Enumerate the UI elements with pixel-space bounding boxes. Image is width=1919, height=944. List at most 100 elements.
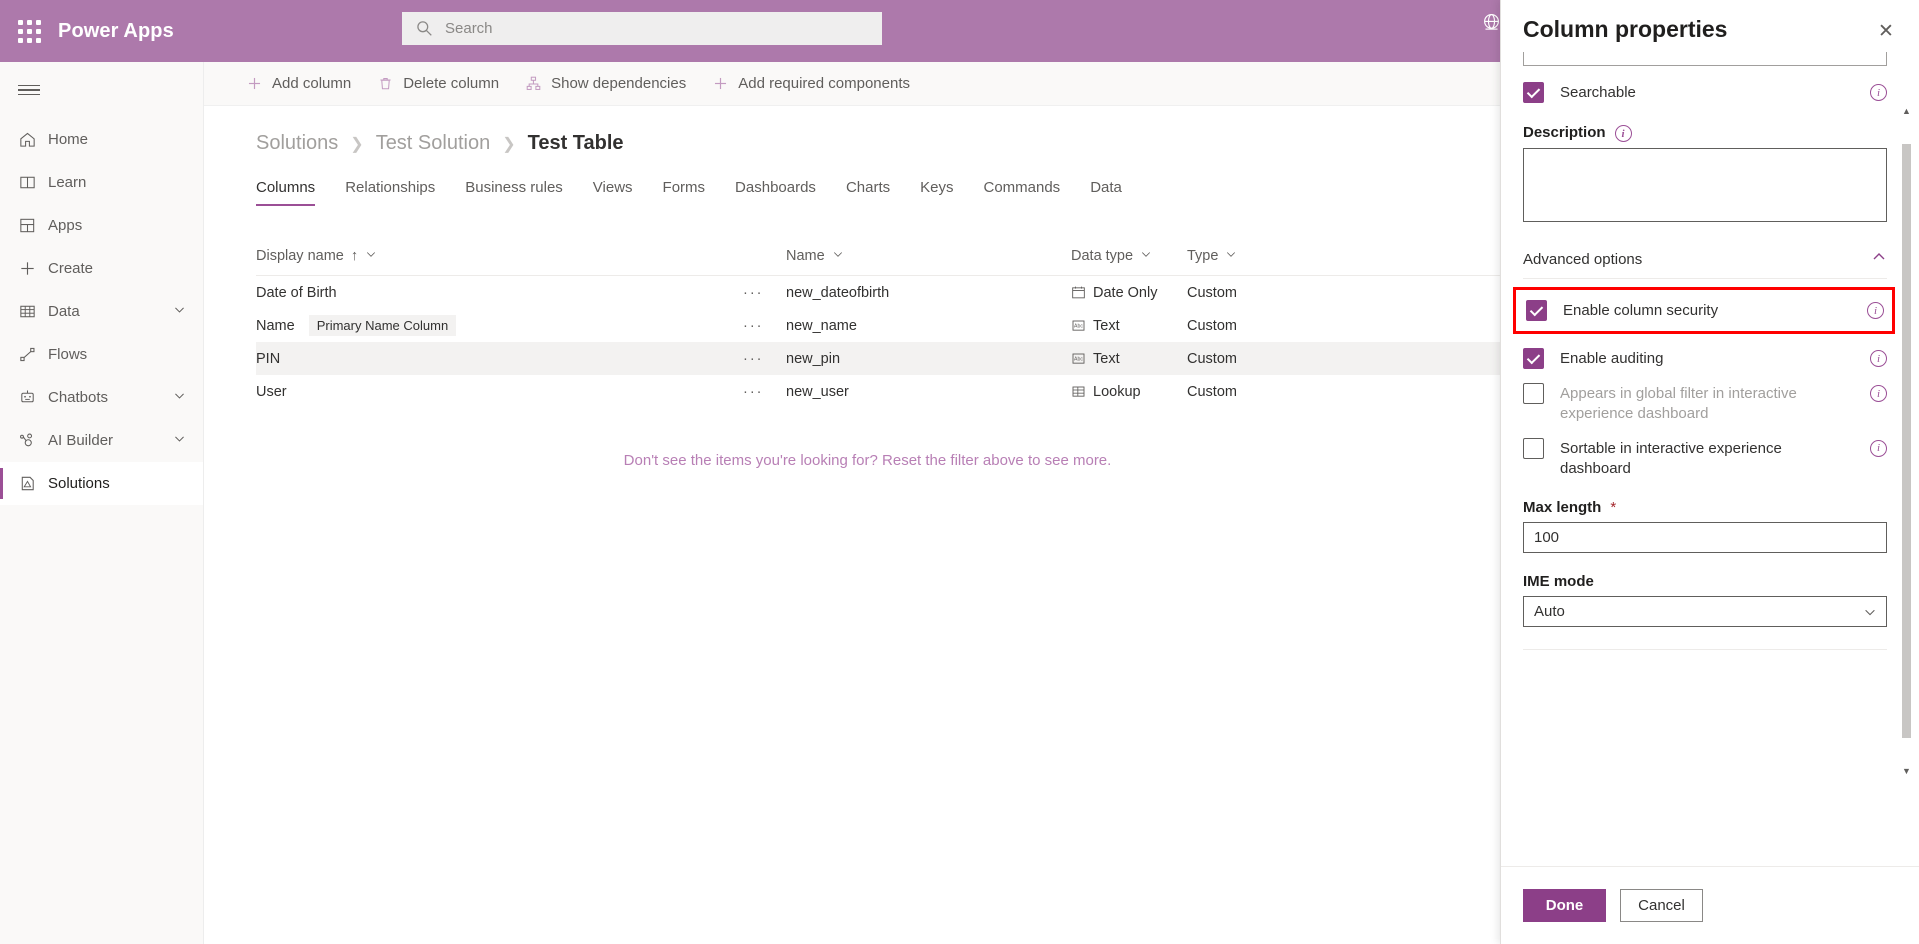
command-label: Add required components	[738, 75, 910, 92]
column-header-display-name[interactable]: Display name ↑	[256, 248, 743, 264]
search-input[interactable]	[445, 20, 868, 37]
sidebar-item-ai-builder[interactable]: AI Builder	[0, 419, 203, 462]
chevron-down-icon[interactable]	[832, 248, 844, 264]
info-icon[interactable]: i	[1615, 125, 1632, 142]
searchable-checkbox[interactable]	[1523, 82, 1544, 103]
row-overflow-button[interactable]: ···	[743, 384, 786, 400]
abc-icon: Abc	[1071, 318, 1086, 333]
info-icon[interactable]: i	[1870, 440, 1887, 457]
ime-mode-label-row: IME mode	[1523, 573, 1887, 590]
command-label: Delete column	[403, 75, 499, 92]
enable-auditing-row: Enable auditing i	[1523, 348, 1887, 369]
global-search[interactable]	[402, 12, 882, 45]
trash-icon	[377, 75, 394, 92]
cancel-button[interactable]: Cancel	[1620, 889, 1703, 922]
power-apps-window: Power Apps Environ Produ	[0, 0, 1919, 944]
tab-relationships[interactable]: Relationships	[330, 175, 450, 206]
svg-text:Abc: Abc	[1074, 357, 1083, 363]
chevron-down-icon[interactable]	[173, 303, 186, 320]
cell-data-type: Date Only	[1071, 285, 1187, 301]
plus-icon	[712, 75, 729, 92]
column-header-data-type[interactable]: Data type	[1071, 248, 1187, 264]
max-length-input[interactable]	[1523, 522, 1887, 553]
chatbot-icon	[18, 388, 48, 407]
breadcrumb-item-test-solution[interactable]: Test Solution	[376, 132, 491, 155]
plus-icon	[246, 75, 263, 92]
chevron-down-icon[interactable]	[1140, 248, 1152, 264]
search-icon	[416, 20, 433, 37]
enable-auditing-label: Enable auditing	[1560, 348, 1854, 369]
sortable-dashboard-checkbox[interactable]	[1523, 438, 1544, 459]
waffle-icon	[18, 20, 41, 43]
chevron-down-icon[interactable]	[173, 389, 186, 406]
breadcrumb-item-solutions[interactable]: Solutions	[256, 132, 338, 155]
sortable-dashboard-label: Sortable in interactive experience dashb…	[1560, 438, 1854, 479]
sidebar-item-learn[interactable]: Learn	[0, 161, 203, 204]
panel-body: Searchable i Description i Advanced opti…	[1501, 46, 1919, 866]
ime-mode-label: IME mode	[1523, 573, 1594, 590]
nav-collapse-button[interactable]	[0, 62, 203, 118]
abc-icon: Abc	[1071, 351, 1086, 366]
tab-forms[interactable]: Forms	[648, 175, 721, 206]
add-required-components-button[interactable]: Add required components	[702, 66, 920, 102]
tab-keys[interactable]: Keys	[905, 175, 968, 206]
column-header-name[interactable]: Name	[786, 248, 1071, 264]
sidebar-item-label: AI Builder	[48, 432, 113, 449]
info-icon[interactable]: i	[1870, 84, 1887, 101]
description-textarea[interactable]	[1523, 148, 1887, 222]
close-icon[interactable]: ✕	[1871, 16, 1901, 46]
sidebar-item-flows[interactable]: Flows	[0, 333, 203, 376]
column-properties-panel: Column properties ✕ Searchable i Descrip…	[1500, 0, 1919, 944]
breadcrumb-separator: ❯	[502, 134, 515, 154]
sidebar-item-create[interactable]: Create	[0, 247, 203, 290]
scroll-up-icon[interactable]: ▲	[1900, 104, 1913, 118]
row-overflow-button[interactable]: ···	[743, 285, 786, 301]
sidebar-item-label: Apps	[48, 217, 82, 234]
lookup-icon	[1071, 384, 1086, 399]
show-dependencies-button[interactable]: Show dependencies	[515, 66, 696, 102]
data-type-text: Lookup	[1093, 384, 1141, 400]
app-launcher-button[interactable]	[0, 20, 58, 43]
sidebar-item-data[interactable]: Data	[0, 290, 203, 333]
scrollbar-thumb[interactable]	[1902, 144, 1911, 738]
global-filter-checkbox[interactable]	[1523, 383, 1544, 404]
sidebar-item-home[interactable]: Home	[0, 118, 203, 161]
max-length-label: Max length	[1523, 499, 1601, 516]
enable-auditing-checkbox[interactable]	[1523, 348, 1544, 369]
tab-views[interactable]: Views	[578, 175, 648, 206]
panel-scrollbar[interactable]: ▲ ▼	[1900, 104, 1913, 778]
tab-dashboards[interactable]: Dashboards	[720, 175, 831, 206]
info-icon[interactable]: i	[1870, 385, 1887, 402]
tab-charts[interactable]: Charts	[831, 175, 905, 206]
info-icon[interactable]: i	[1870, 350, 1887, 367]
tab-columns[interactable]: Columns	[256, 175, 330, 206]
row-overflow-button[interactable]: ···	[743, 318, 786, 334]
add-column-button[interactable]: Add column	[236, 66, 361, 102]
required-asterisk: *	[1610, 499, 1616, 516]
row-overflow-button[interactable]: ···	[743, 351, 786, 367]
chevron-down-icon[interactable]	[173, 432, 186, 449]
enable-column-security-checkbox[interactable]	[1526, 300, 1547, 321]
column-header-type[interactable]: Type	[1187, 248, 1307, 264]
cell-logical-name: new_user	[786, 384, 1071, 400]
searchable-label: Searchable	[1560, 82, 1854, 103]
cell-display-name: Date of Birth	[256, 285, 743, 301]
sidebar-item-solutions[interactable]: Solutions	[0, 462, 203, 505]
sidebar-item-chatbots[interactable]: Chatbots	[0, 376, 203, 419]
panel-divider	[1523, 649, 1887, 650]
scroll-down-icon[interactable]: ▼	[1900, 764, 1913, 778]
tab-business-rules[interactable]: Business rules	[450, 175, 578, 206]
chevron-down-icon[interactable]	[365, 248, 377, 264]
home-icon	[18, 130, 48, 149]
done-button[interactable]: Done	[1523, 889, 1606, 922]
sidebar-item-apps[interactable]: Apps	[0, 204, 203, 247]
tab-commands[interactable]: Commands	[968, 175, 1075, 206]
cell-data-type: Abc Text	[1071, 318, 1187, 334]
chevron-up-icon[interactable]	[1871, 249, 1887, 270]
delete-column-button[interactable]: Delete column	[367, 66, 509, 102]
tab-data[interactable]: Data	[1075, 175, 1137, 206]
info-icon[interactable]: i	[1867, 302, 1884, 319]
ime-mode-select[interactable]: AutoInactiveActiveDisabled	[1523, 596, 1887, 627]
chevron-down-icon[interactable]	[1225, 248, 1237, 264]
advanced-options-header[interactable]: Advanced options	[1523, 249, 1887, 279]
